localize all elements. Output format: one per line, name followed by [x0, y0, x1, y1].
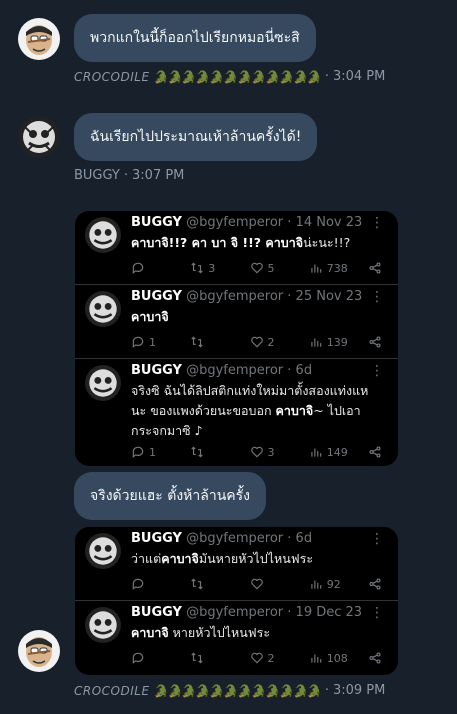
- tweet-text: จริงซิ ฉันได้ลิปสติกแท่งใหม่มาตั้งสองแท่…: [131, 383, 369, 438]
- share-icon[interactable]: [368, 335, 382, 349]
- tweet-handle[interactable]: @bgyfemperor: [186, 289, 283, 304]
- message-meta: CROCODILE 🐊🐊🐊🐊🐊🐊🐊🐊🐊🐊🐊🐊 · 3:09 PM: [74, 683, 385, 698]
- tweet-embed[interactable]: BUGGY @bgyfemperor · 14 Nov 23 ⋮ คาบาจิ!…: [75, 211, 398, 466]
- like-button[interactable]: [250, 577, 309, 591]
- tweet-avatar[interactable]: [85, 533, 121, 569]
- avatar-crocodile[interactable]: [18, 630, 60, 672]
- tweet[interactable]: BUGGY @bgyfemperor · 6d ⋮ ว่าแต่คาบาจิมั…: [75, 527, 398, 601]
- share-icon[interactable]: [368, 445, 382, 459]
- like-button[interactable]: 5: [250, 261, 309, 275]
- separator: ·: [287, 363, 292, 378]
- timestamp: 3:09 PM: [332, 683, 386, 698]
- share-icon[interactable]: [368, 651, 382, 665]
- tweet-handle[interactable]: @bgyfemperor: [186, 605, 283, 620]
- tweet-actions: 3 5 738: [131, 261, 382, 275]
- share-icon[interactable]: [368, 577, 382, 591]
- like-button[interactable]: 2: [250, 651, 309, 665]
- retweet-button[interactable]: 3: [190, 261, 249, 275]
- more-icon[interactable]: ⋮: [370, 363, 384, 379]
- views-button[interactable]: 738: [309, 261, 368, 275]
- separator: ·: [287, 605, 292, 620]
- retweet-button[interactable]: [190, 335, 249, 349]
- tweet-text: คาบาจิ หายหัวไปไหนฟระ: [131, 625, 271, 640]
- reply-button[interactable]: 1: [131, 445, 190, 459]
- tweet-avatar[interactable]: [85, 217, 121, 253]
- separator: ·: [287, 215, 292, 230]
- timestamp: 3:04 PM: [332, 69, 386, 84]
- author-name[interactable]: CROCODILE: [74, 70, 150, 84]
- tweet-date[interactable]: 6d: [296, 531, 313, 546]
- message-meta: BUGGY · 3:07 PM: [74, 168, 184, 183]
- tweet-date[interactable]: 14 Nov 23: [296, 215, 363, 230]
- author-name[interactable]: BUGGY: [74, 168, 120, 183]
- tweet-header: BUGGY @bgyfemperor · 19 Dec 23: [131, 605, 362, 620]
- more-icon[interactable]: ⋮: [370, 531, 384, 547]
- retweet-button[interactable]: [190, 651, 249, 665]
- retweet-button[interactable]: [190, 445, 249, 459]
- separator: ·: [287, 289, 292, 304]
- crocodile-emoji: 🐊🐊🐊🐊🐊🐊🐊🐊🐊🐊🐊🐊: [153, 683, 322, 698]
- tweet-handle[interactable]: @bgyfemperor: [186, 363, 283, 378]
- tweet-text: คาบาจิ: [131, 309, 169, 324]
- tweet-date[interactable]: 25 Nov 23: [296, 289, 363, 304]
- reply-button[interactable]: [131, 651, 190, 665]
- views-button[interactable]: 139: [309, 335, 368, 349]
- message-bubble: พวกแกในนี้ก็ออกไปเรียกหมอนี่ซะสิ: [74, 14, 316, 62]
- share-icon[interactable]: [368, 261, 382, 275]
- avatar-buggy[interactable]: [18, 116, 60, 158]
- separator: ·: [287, 531, 292, 546]
- tweet-actions: 92: [131, 577, 382, 591]
- reply-button[interactable]: [131, 577, 190, 591]
- author-name[interactable]: CROCODILE: [74, 684, 150, 698]
- tweet-author[interactable]: BUGGY: [131, 363, 182, 378]
- reply-button[interactable]: [131, 261, 190, 275]
- views-button[interactable]: 92: [309, 577, 368, 591]
- tweet-embed[interactable]: BUGGY @bgyfemperor · 6d ⋮ ว่าแต่คาบาจิมั…: [75, 527, 398, 675]
- like-button[interactable]: 2: [250, 335, 309, 349]
- like-button[interactable]: 3: [250, 445, 309, 459]
- tweet-avatar[interactable]: [85, 291, 121, 327]
- more-icon[interactable]: ⋮: [370, 605, 384, 621]
- separator: ·: [123, 168, 129, 183]
- views-button[interactable]: 108: [309, 651, 368, 665]
- tweet-text: คาบาจิ!!? คา บา จิ !!? คาบาจิน่ะนะ!!?: [131, 235, 351, 250]
- tweet-actions: 1 3 149: [131, 445, 382, 459]
- timestamp: 3:07 PM: [132, 168, 185, 183]
- retweet-button[interactable]: [190, 577, 249, 591]
- tweet-author[interactable]: BUGGY: [131, 605, 182, 620]
- tweet-author[interactable]: BUGGY: [131, 531, 182, 546]
- avatar-crocodile[interactable]: [18, 18, 60, 60]
- separator: ·: [324, 69, 329, 84]
- message-meta: CROCODILE 🐊🐊🐊🐊🐊🐊🐊🐊🐊🐊🐊🐊 · 3:04 PM: [74, 69, 385, 84]
- tweet-header: BUGGY @bgyfemperor · 6d: [131, 363, 312, 378]
- tweet-actions: 1 2 139: [131, 335, 382, 349]
- tweet-avatar[interactable]: [85, 365, 121, 401]
- tweet-actions: 2 108: [131, 651, 382, 665]
- crocodile-emoji: 🐊🐊🐊🐊🐊🐊🐊🐊🐊🐊🐊🐊: [153, 69, 322, 84]
- more-icon[interactable]: ⋮: [370, 215, 384, 231]
- tweet-handle[interactable]: @bgyfemperor: [186, 215, 283, 230]
- views-button[interactable]: 149: [309, 445, 368, 459]
- reply-button[interactable]: 1: [131, 335, 190, 349]
- tweet-handle[interactable]: @bgyfemperor: [186, 531, 283, 546]
- tweet-header: BUGGY @bgyfemperor · 14 Nov 23: [131, 215, 362, 230]
- separator: ·: [324, 683, 329, 698]
- tweet-header: BUGGY @bgyfemperor · 6d: [131, 531, 312, 546]
- tweet-header: BUGGY @bgyfemperor · 25 Nov 23: [131, 289, 362, 304]
- tweet-author[interactable]: BUGGY: [131, 289, 182, 304]
- tweet-text: ว่าแต่คาบาจิมันหายหัวไปไหนฟระ: [131, 551, 314, 566]
- tweet[interactable]: BUGGY @bgyfemperor · 14 Nov 23 ⋮ คาบาจิ!…: [75, 211, 398, 285]
- tweet[interactable]: BUGGY @bgyfemperor · 19 Dec 23 ⋮ คาบาจิ …: [75, 601, 398, 675]
- tweet-date[interactable]: 6d: [296, 363, 313, 378]
- tweet-author[interactable]: BUGGY: [131, 215, 182, 230]
- more-icon[interactable]: ⋮: [370, 289, 384, 305]
- message-bubble: จริงด้วยแฮะ ตั้งห้าล้านครั้ง: [74, 472, 267, 520]
- tweet-date[interactable]: 19 Dec 23: [296, 605, 363, 620]
- tweet-avatar[interactable]: [85, 607, 121, 643]
- tweet[interactable]: BUGGY @bgyfemperor · 25 Nov 23 ⋮ คาบาจิ …: [75, 285, 398, 359]
- tweet[interactable]: BUGGY @bgyfemperor · 6d ⋮ จริงซิ ฉันได้ล…: [75, 359, 398, 466]
- message-bubble: ฉันเรียกไปประมาณเห้าล้านครั้งได้!: [74, 113, 318, 161]
